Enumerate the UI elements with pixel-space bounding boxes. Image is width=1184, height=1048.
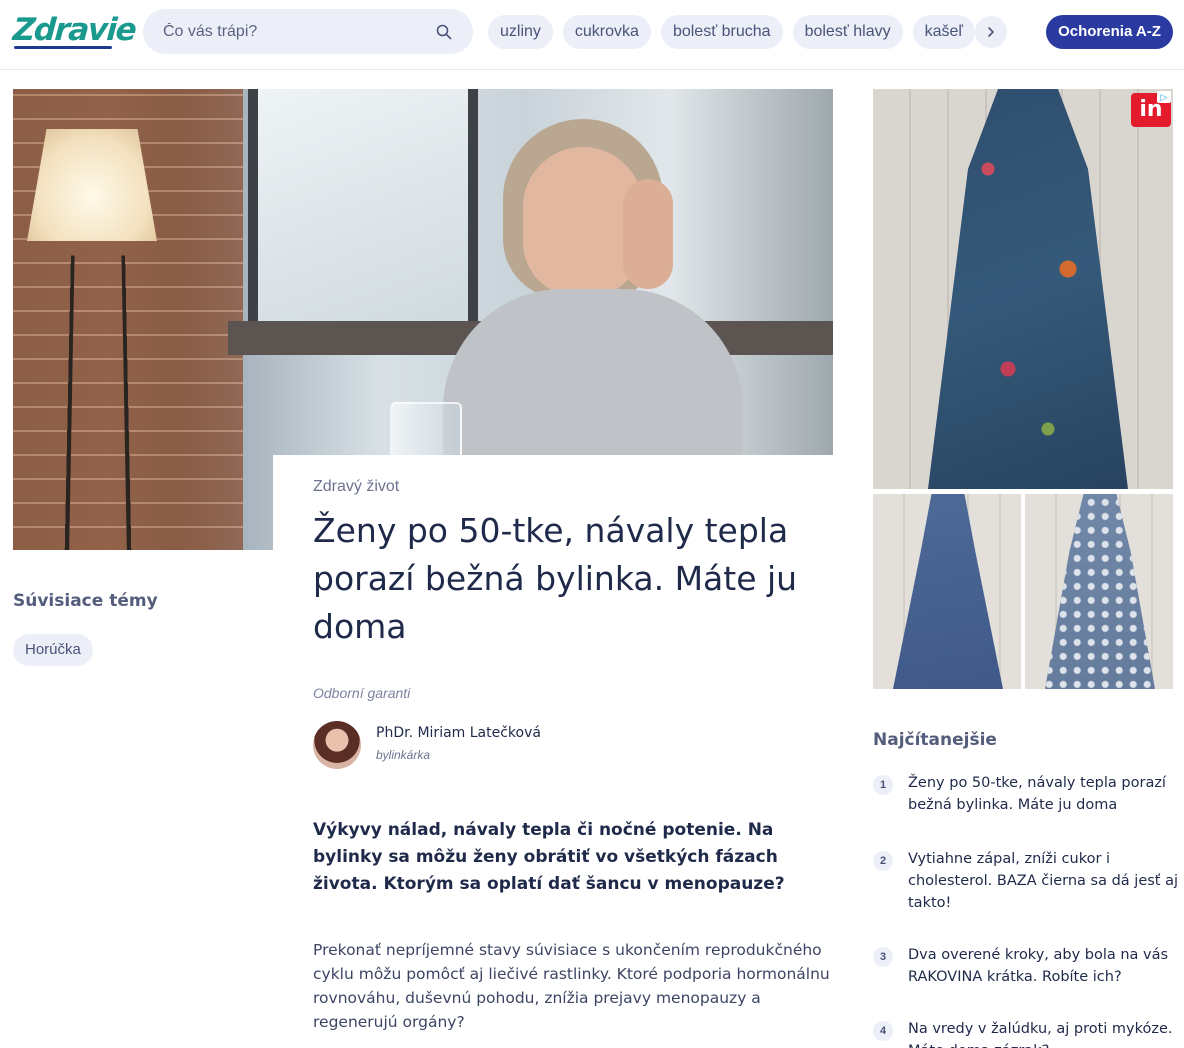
- rank-badge: 3: [873, 947, 893, 967]
- guarantors-label: Odborní garanti: [313, 685, 411, 701]
- chip-uzliny[interactable]: uzliny: [488, 15, 553, 49]
- site-header: Zdravie uzliny cukrovka bolesť brucha bo…: [0, 0, 1184, 70]
- floral-dress: [928, 89, 1128, 489]
- ad-thumb-1[interactable]: [873, 494, 1021, 689]
- chevron-right-icon: [988, 27, 994, 37]
- search-box: [143, 9, 473, 54]
- author-role: bylinkárka: [376, 748, 431, 762]
- advertisement[interactable]: in ▷: [873, 89, 1173, 689]
- chip-kasel[interactable]: kašeľ: [912, 15, 976, 49]
- most-read-link[interactable]: Dva overené kroky, aby bola na vás RAKOV…: [908, 944, 1178, 988]
- most-read-link[interactable]: Vytiahne zápal, zníži cukor i cholestero…: [908, 848, 1178, 914]
- related-topics-title: Súvisiace témy: [13, 591, 158, 611]
- article-body: Prekonať nepríjemné stavy súvisiace s uk…: [313, 941, 830, 1031]
- chip-bolest-hlavy[interactable]: bolesť hlavy: [792, 15, 903, 49]
- printed-dress: [1045, 494, 1155, 689]
- most-read-link[interactable]: Ženy po 50-tke, návaly tepla porazí bežn…: [908, 772, 1178, 816]
- site-logo[interactable]: Zdravie: [12, 12, 137, 48]
- related-chip-horucka[interactable]: Horúčka: [13, 634, 93, 666]
- rank-badge: 1: [873, 775, 893, 795]
- author-name[interactable]: PhDr. Miriam Latečková: [376, 725, 541, 741]
- chip-cukrovka[interactable]: cukrovka: [562, 15, 651, 49]
- rank-badge: 2: [873, 851, 893, 871]
- article-lead: Výkyvy nálad, návaly tepla či nočné pote…: [313, 820, 785, 894]
- author-avatar[interactable]: [313, 721, 361, 769]
- ad-main-image[interactable]: [873, 89, 1173, 489]
- ad-thumb-2[interactable]: [1025, 494, 1173, 689]
- diseases-az-button[interactable]: Ochorenia A-Z: [1046, 15, 1173, 49]
- search-icon[interactable]: [436, 24, 452, 40]
- article-card: Zdravý život Ženy po 50-tke, návaly tepl…: [273, 455, 833, 1048]
- most-read-link[interactable]: Na vredy v žalúdku, aj proti mykóze. Mát…: [908, 1018, 1178, 1048]
- lamp: [27, 129, 157, 241]
- chip-bolest-brucha[interactable]: bolesť brucha: [660, 15, 783, 49]
- search-input[interactable]: [163, 9, 433, 54]
- blue-dress: [893, 494, 1003, 689]
- topic-chips: uzliny cukrovka bolesť brucha bolesť hla…: [488, 15, 976, 49]
- most-read-title: Najčítanejšie: [873, 730, 997, 750]
- rank-badge: 4: [873, 1021, 893, 1041]
- logo-underline: [14, 46, 112, 49]
- chips-next-button[interactable]: [975, 16, 1007, 48]
- adchoices-icon[interactable]: ▷: [1157, 91, 1171, 103]
- article-headline: Ženy po 50-tke, návaly tepla porazí bežn…: [313, 511, 798, 646]
- article-category[interactable]: Zdravý život: [313, 478, 399, 496]
